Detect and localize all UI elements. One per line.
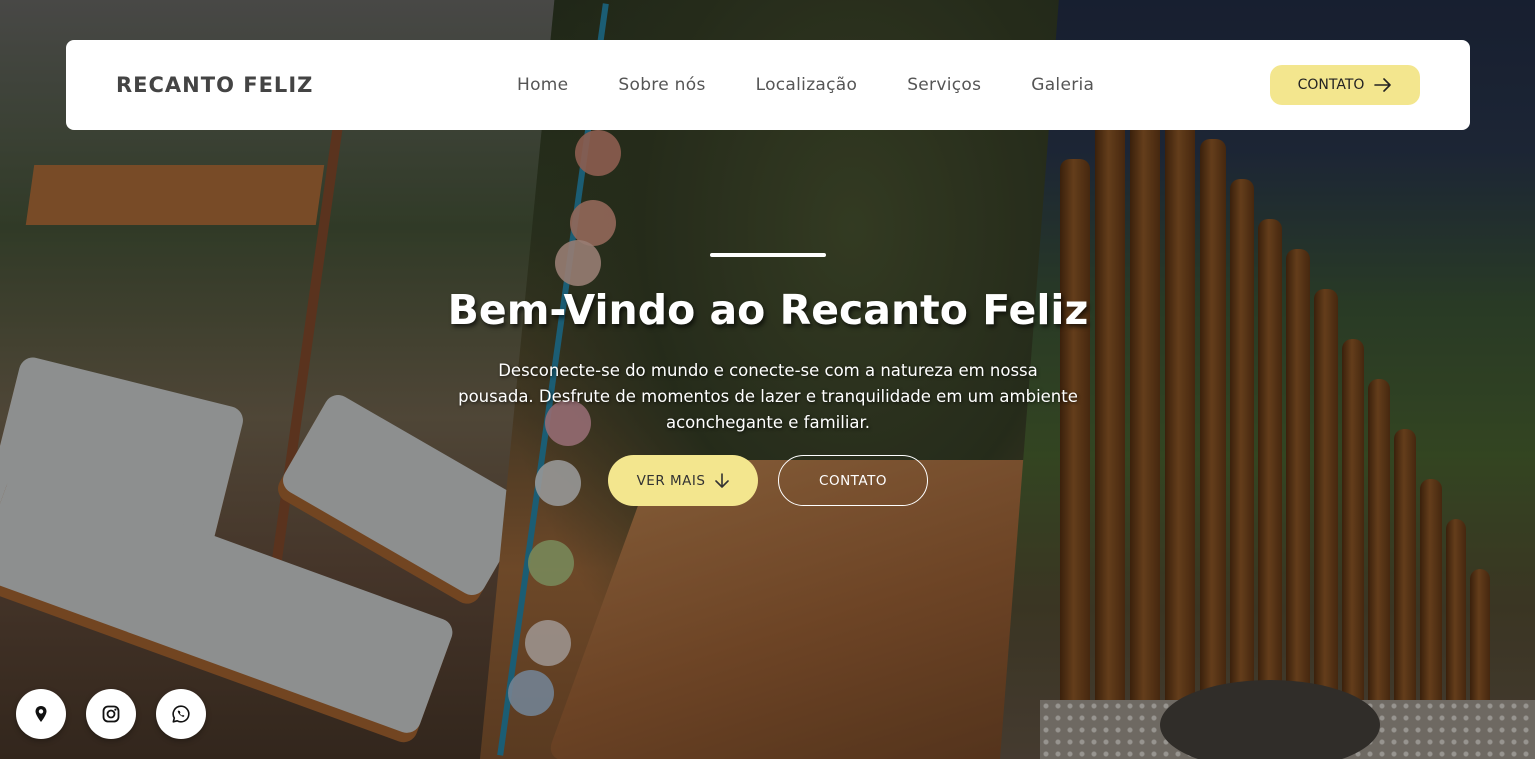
hero-subtitle: Desconecte-se do mundo e conecte-se com … bbox=[458, 361, 1078, 432]
contato-button[interactable]: CONTATO bbox=[1270, 65, 1420, 105]
hero-content: Bem-Vindo ao Recanto Feliz Desconecte-se… bbox=[400, 0, 1136, 759]
ver-mais-button[interactable]: VER MAIS bbox=[608, 455, 758, 506]
hero-contato-button[interactable]: CONTATO bbox=[778, 455, 928, 506]
brand-logo[interactable]: RECANTO FELIZ bbox=[116, 40, 313, 130]
ver-mais-label: VER MAIS bbox=[636, 472, 706, 489]
location-pin-icon bbox=[35, 706, 47, 722]
hero-title: Bem-Vindo ao Recanto Feliz bbox=[447, 286, 1089, 334]
contato-button-label: CONTATO bbox=[1297, 77, 1365, 93]
whatsapp-button[interactable] bbox=[156, 689, 206, 739]
arrow-down-icon bbox=[715, 472, 730, 488]
instagram-button[interactable] bbox=[86, 689, 136, 739]
location-button[interactable] bbox=[16, 689, 66, 739]
title-divider bbox=[710, 253, 826, 257]
arrow-right-icon bbox=[1374, 78, 1392, 92]
instagram-icon bbox=[102, 705, 120, 723]
whatsapp-icon bbox=[172, 705, 190, 723]
hero-section: RECANTO FELIZ Home Sobre nós Localização… bbox=[0, 0, 1535, 759]
